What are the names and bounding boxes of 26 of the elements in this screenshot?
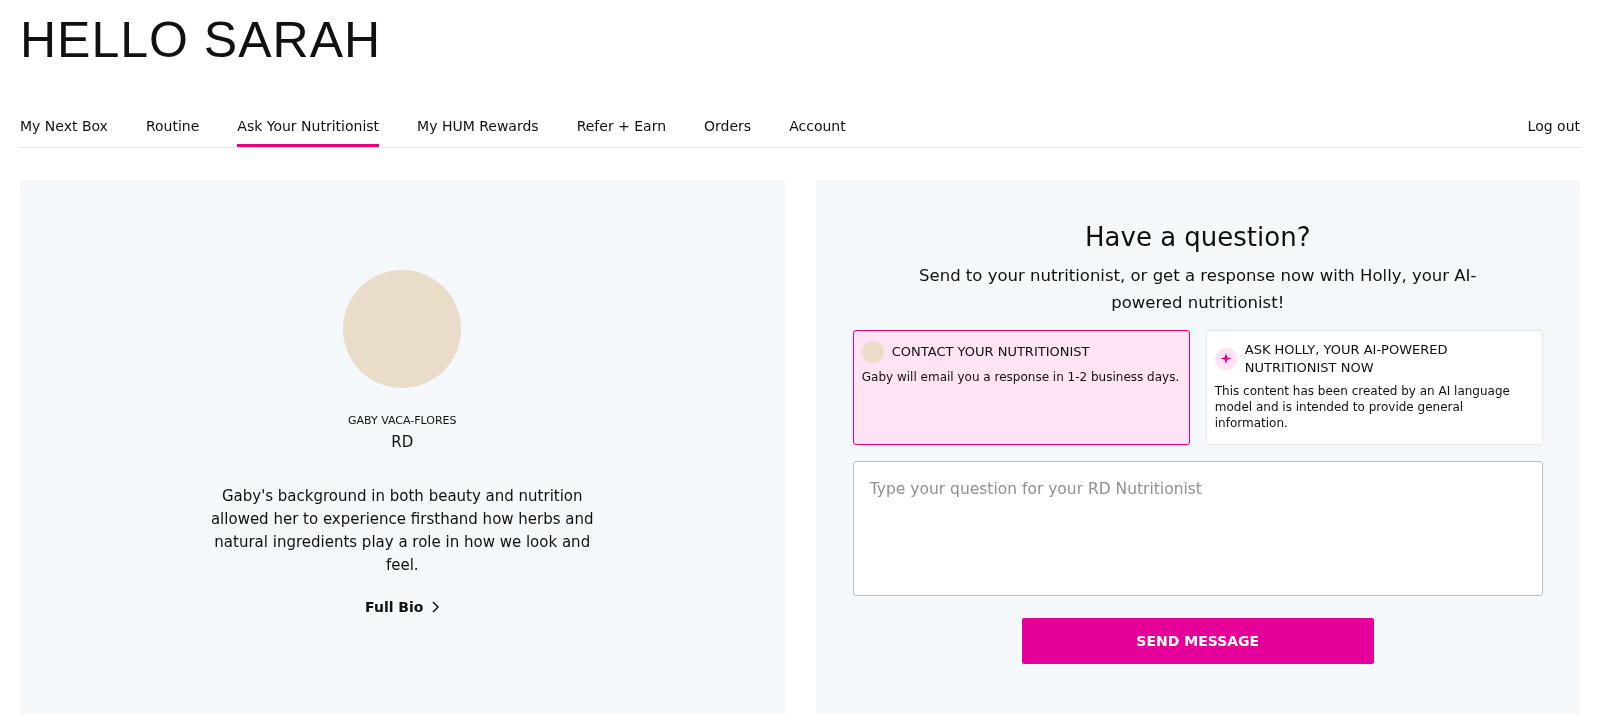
option-description: Gaby will email you a response in 1-2 business days. [861,369,1181,385]
question-subtitle: Send to your nutritionist, or get a response now with Holly, your AI-powered nutritionist! [918,265,1478,314]
sparkle-icon [1214,348,1237,370]
nav-tab[interactable]: My HUM Rewards [417,104,539,147]
nav-tab[interactable]: Orders [704,104,752,147]
nav-tab[interactable]: Routine [145,104,200,147]
question-input-field[interactable]: Type your question for your RD Nutritionist [852,461,1543,596]
full-bio-link[interactable]: Full Bio [365,599,440,615]
nutritionist-name: GABY VACA-FLORES [347,414,457,427]
nav-tab[interactable]: Account [789,104,846,147]
nav-tab[interactable]: Ask Your Nutritionist [237,104,380,147]
nutritionist-bio: Gaby's background in both beauty and nutrition allowed her to experience firsthand how herbs and natural ingredients play a role in how we look and feel. [209,486,595,576]
option-card[interactable]: ASK HOLLY, YOUR AI-POWERED NUTRITIONIST NOW This content has been created by an AI language model and is intended to provide general information. [1205,330,1543,445]
option-title: CONTACT YOUR NUTRITIONIST [891,343,1090,361]
option-card[interactable]: CONTACT YOUR NUTRITIONIST Gaby will email you a response in 1-2 business days. [852,330,1190,445]
logout-link[interactable]: Log out [1527,104,1580,147]
send-message-button[interactable]: SEND MESSAGE [1021,618,1374,664]
option-description: This content has been created by an AI language model and is intended to provide general information. [1214,383,1511,431]
nav-tab[interactable]: Refer + Earn [576,104,667,147]
option-title: ASK HOLLY, YOUR AI-POWERED NUTRITIONIST NOW [1244,341,1449,377]
nutritionist-credential: RD [391,433,414,451]
nav-tab[interactable]: My Next Box [20,104,108,147]
question-title: Have a question? [1085,222,1311,252]
avatar-circle [861,341,884,363]
chevron-right-icon [431,601,440,613]
greeting-heading: HELLO SARAH [20,12,383,68]
